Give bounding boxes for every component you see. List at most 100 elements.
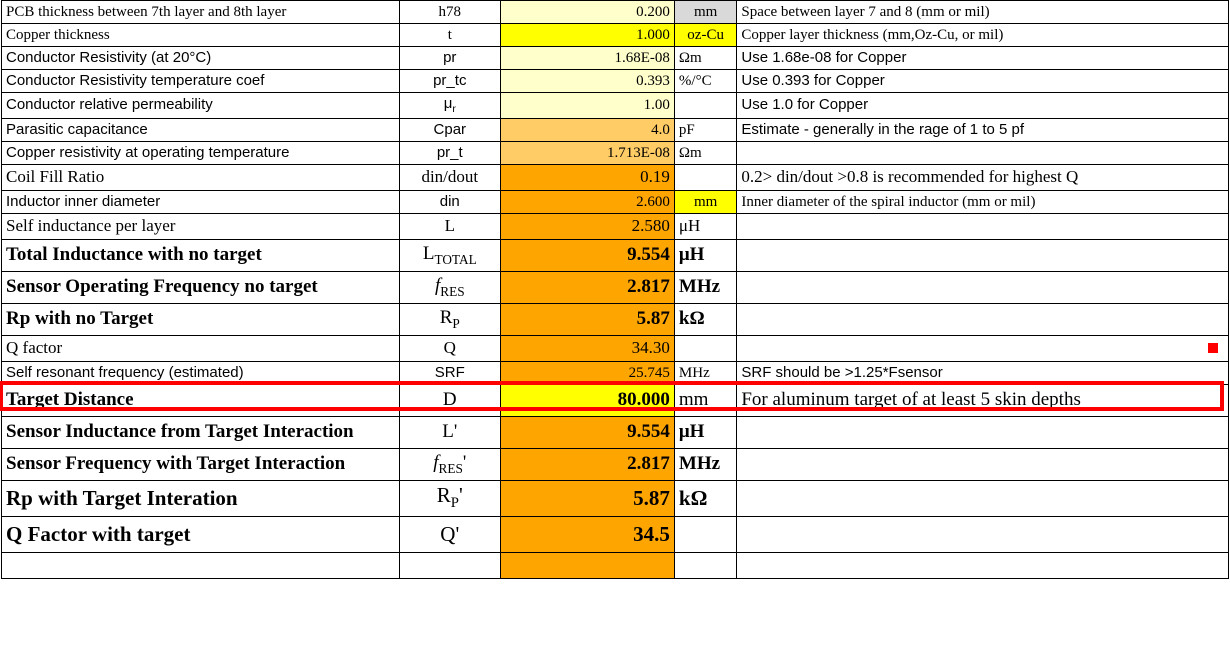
param-value[interactable]: 2.817 [500,448,674,480]
param-value[interactable]: 0.393 [500,70,674,93]
param-symbol: RP' [399,480,500,516]
param-value[interactable]: 5.87 [500,303,674,335]
param-label: Self inductance per layer [2,213,400,239]
param-symbol: Cpar [399,118,500,141]
param-note [737,271,1229,303]
table-row: Total Inductance with no targetLTOTAL9.5… [2,239,1229,271]
table-row: Rp with no TargetRP5.87kΩ [2,303,1229,335]
param-note [737,141,1229,164]
param-value[interactable]: 2.580 [500,213,674,239]
param-value[interactable]: 80.000 [500,384,674,416]
param-label: Conductor Resistivity temperature coef [2,70,400,93]
param-note: Use 1.0 for Copper [737,93,1229,119]
param-label: Copper resistivity at operating temperat… [2,141,400,164]
param-unit: kΩ [674,303,736,335]
param-value[interactable]: 34.5 [500,516,674,552]
param-symbol: L' [399,416,500,448]
param-unit: Ωm [674,47,736,70]
param-value[interactable]: 4.0 [500,118,674,141]
table-row: Coil Fill Ratiodin/dout0.190.2> din/dout… [2,164,1229,190]
param-unit [674,93,736,119]
param-note [737,213,1229,239]
param-value[interactable]: 1.000 [500,24,674,47]
param-label: Inductor inner diameter [2,190,400,213]
param-unit [674,164,736,190]
param-value[interactable]: 2.600 [500,190,674,213]
param-note [737,516,1229,552]
param-label: Sensor Inductance from Target Interactio… [2,416,400,448]
table-row: Q factorQ34.30 [2,335,1229,361]
param-unit: kΩ [674,480,736,516]
param-note: Copper layer thickness (mm,Oz-Cu, or mil… [737,24,1229,47]
param-value[interactable]: 0.200 [500,1,674,24]
param-value[interactable]: 9.554 [500,239,674,271]
parameter-table: PCB thickness between 7th layer and 8th … [1,0,1229,579]
param-unit [674,516,736,552]
param-symbol: pr_t [399,141,500,164]
param-note: Inner diameter of the spiral inductor (m… [737,190,1229,213]
param-label: Copper thickness [2,24,400,47]
param-value[interactable]: 0.19 [500,164,674,190]
table-row: Conductor Resistivity (at 20°C)pr1.68E-0… [2,47,1229,70]
table-row [2,552,1229,578]
param-symbol: din/dout [399,164,500,190]
param-symbol: fRES [399,271,500,303]
param-label: Rp with no Target [2,303,400,335]
param-note [737,448,1229,480]
param-note: For aluminum target of at least 5 skin d… [737,384,1229,416]
table-row: Self inductance per layerL2.580μH [2,213,1229,239]
table-row: Sensor Frequency with Target Interaction… [2,448,1229,480]
param-note: Estimate - generally in the rage of 1 to… [737,118,1229,141]
table-row: Rp with Target InterationRP'5.87kΩ [2,480,1229,516]
table-row: Copper thicknesst1.000oz-CuCopper layer … [2,24,1229,47]
param-symbol: fRES' [399,448,500,480]
table-row: PCB thickness between 7th layer and 8th … [2,1,1229,24]
table-row: Target DistanceD80.000mmFor aluminum tar… [2,384,1229,416]
param-note [737,480,1229,516]
param-unit: MHz [674,271,736,303]
param-note [737,239,1229,271]
param-unit: Ωm [674,141,736,164]
param-label: Target Distance [2,384,400,416]
param-symbol: Q' [399,516,500,552]
param-value[interactable]: 2.817 [500,271,674,303]
param-note: Use 0.393 for Copper [737,70,1229,93]
table-row: Conductor relative permeabilityμr1.00Use… [2,93,1229,119]
param-value[interactable]: 1.713E-08 [500,141,674,164]
param-note: SRF should be >1.25*Fsensor [737,361,1229,384]
param-symbol: t [399,24,500,47]
param-note [737,552,1229,578]
param-label: Q Factor with target [2,516,400,552]
param-label: PCB thickness between 7th layer and 8th … [2,1,400,24]
param-value[interactable]: 5.87 [500,480,674,516]
param-unit: %/°C [674,70,736,93]
param-unit [674,335,736,361]
table-row: Copper resistivity at operating temperat… [2,141,1229,164]
param-label: Sensor Operating Frequency no target [2,271,400,303]
param-label: Self resonant frequency (estimated) [2,361,400,384]
param-value[interactable]: 1.00 [500,93,674,119]
table-row: Sensor Inductance from Target Interactio… [2,416,1229,448]
table-row: Inductor inner diameterdin2.600mmInner d… [2,190,1229,213]
param-symbol: RP [399,303,500,335]
param-value[interactable]: 34.30 [500,335,674,361]
table-row: Q Factor with targetQ'34.5 [2,516,1229,552]
table-row: Parasitic capacitanceCpar4.0pFEstimate -… [2,118,1229,141]
param-unit: mm [674,190,736,213]
param-unit: oz-Cu [674,24,736,47]
param-label [2,552,400,578]
param-note: 0.2> din/dout >0.8 is recommended for hi… [737,164,1229,190]
param-symbol: Q [399,335,500,361]
param-symbol: LTOTAL [399,239,500,271]
param-unit: mm [674,384,736,416]
param-value[interactable]: 1.68E-08 [500,47,674,70]
param-value[interactable] [500,552,674,578]
param-value[interactable]: 25.745 [500,361,674,384]
param-label: Parasitic capacitance [2,118,400,141]
param-unit [674,552,736,578]
param-value[interactable]: 9.554 [500,416,674,448]
table-row: Sensor Operating Frequency no targetfRES… [2,271,1229,303]
param-note: Space between layer 7 and 8 (mm or mil) [737,1,1229,24]
param-unit: mm [674,1,736,24]
param-label: Q factor [2,335,400,361]
